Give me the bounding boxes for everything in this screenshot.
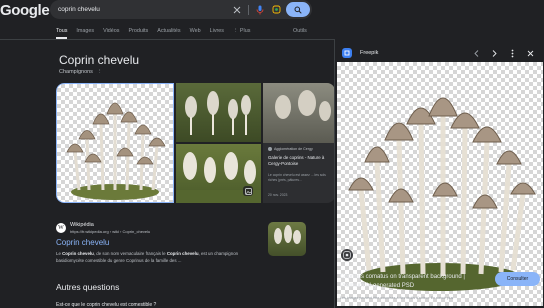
search-divider [248,4,249,15]
image-date: 20 nov. 2023 [268,193,288,197]
image-preview-panel: Freepik Coprinus comatus on transparent … [334,40,544,308]
tab-more[interactable]: ⋮ Plus [233,28,250,39]
paa-question[interactable]: Est-ce que le coprin chevelu est comesti… [56,302,156,308]
more-dots-icon: ⋮ [233,28,240,34]
image-tile-2[interactable] [176,83,261,142]
search-input[interactable]: coprin chevelu [58,6,231,13]
snippet-bold: Coprin chevelu [166,251,199,256]
tab-videos[interactable]: Vidéos [103,28,119,39]
entity-subtitle: Champignons ⋮ [59,69,102,75]
snippet-bold: Coprin chevelu [62,251,94,256]
more-options-icon[interactable] [507,48,517,58]
image-source-label: Agglomération de Cergy [274,147,313,151]
result-url: https://fr.wikipedia.org › wiki › Coprin… [70,229,151,234]
tools-button[interactable]: Outils [293,28,307,34]
previous-icon[interactable] [471,48,481,58]
mushroom-cluster-image [66,102,166,200]
result-thumbnail[interactable] [268,222,306,256]
entity-title: Coprin chevelu [59,53,140,67]
entity-category: Champignons [59,69,93,75]
copyright-note: Les images peuvent être soumises à des d… [340,296,454,300]
image-icon [244,187,252,195]
preview-image[interactable] [337,62,543,306]
search-tabs: Tous Images Vidéos Produits Actualités W… [56,28,259,39]
tab-books[interactable]: Livres [210,28,224,39]
next-icon[interactable] [489,48,499,58]
image-source: Agglomération de Cergy [268,147,313,152]
panel-source[interactable]: Freepik [342,48,378,58]
google-logo[interactable]: Google [0,2,50,19]
mushroom-source-image [263,83,335,143]
wikipedia-logo-icon: W [56,223,66,233]
image-tile-source[interactable]: Agglomération de Cergy Galerie de coprin… [263,83,335,203]
image-tile-selected[interactable] [56,83,174,203]
image-caption[interactable]: Galerie de coprins - Nature à Cergy-Pont… [268,155,332,167]
search-button[interactable] [286,2,310,17]
people-also-ask-title: Autres questions [56,282,120,292]
more-images-button[interactable] [243,186,253,196]
clear-icon[interactable] [231,4,243,16]
lens-icon [343,251,351,259]
chevron-down-icon[interactable] [292,301,300,308]
result-title-link[interactable]: Coprin chevelu [56,238,109,247]
lens-search-button[interactable] [341,249,353,261]
image-description: Le coprin chevelu est assez ... les sols… [268,173,326,182]
panel-source-name: Freepik [360,50,379,56]
search-bar[interactable]: coprin chevelu [50,0,312,19]
tab-more-label: Plus [239,28,251,34]
result-snippet: Le Coprin chevelu, de son nom vernaculai… [56,251,256,264]
freepik-logo-icon [342,48,352,58]
microphone-icon[interactable] [254,4,266,16]
tab-all[interactable]: Tous [56,28,68,39]
tab-images[interactable]: Images [76,28,94,39]
snippet-part: , de son nom vernaculaire français le [93,251,167,256]
entity-more-icon[interactable]: ⋮ [97,69,103,75]
tab-news[interactable]: Actualités [157,28,180,39]
mushroom-cluster-large-image [348,97,536,291]
search-icon [294,6,302,14]
visit-button[interactable]: Consulter [495,272,540,286]
camera-lens-icon[interactable] [270,4,282,16]
result-site-name: Wikipédia [70,222,94,228]
close-icon[interactable] [525,48,535,58]
panel-caption[interactable]: Coprinus comatus on transparent backgrou… [340,273,490,290]
site-favicon-icon [268,147,272,152]
tab-products[interactable]: Produits [128,28,148,39]
tabs-divider [0,39,335,40]
tab-web[interactable]: Web [190,28,201,39]
image-results-grid: Agglomération de Cergy Galerie de coprin… [56,83,335,203]
mushroom-photo-image [185,91,251,135]
